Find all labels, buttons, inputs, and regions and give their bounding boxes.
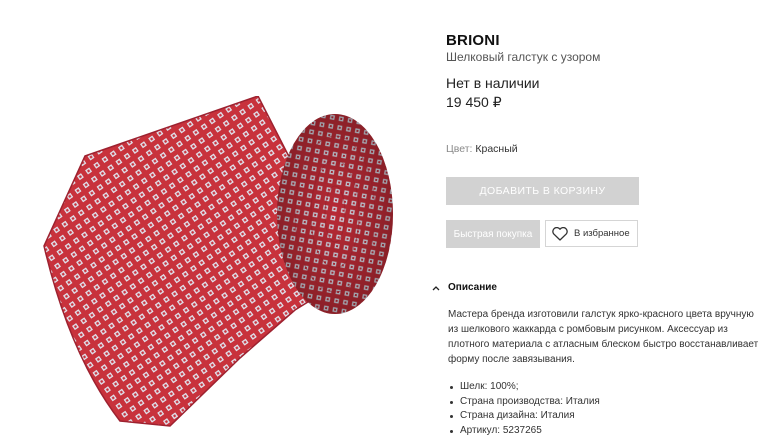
feature-list: Шелк: 100%; Страна производства: Италия …	[450, 380, 600, 438]
feature-item: Артикул: 5237265	[450, 424, 600, 439]
price: 19 450 ₽	[446, 94, 502, 110]
add-to-cart-button[interactable]: ДОБАВИТЬ В КОРЗИНУ	[446, 177, 639, 205]
chevron-up-icon	[432, 285, 440, 290]
product-image	[30, 95, 410, 435]
feature-item: Страна дизайна: Италия	[450, 409, 600, 424]
feature-item: Шелк: 100%;	[450, 380, 600, 395]
quick-buy-button[interactable]: Быстрая покупка	[446, 220, 540, 248]
brand-name[interactable]: BRIONI	[446, 32, 500, 49]
description-title: Описание	[448, 282, 497, 293]
color-label: Цвет:	[446, 143, 473, 155]
product-title: Шелковый галстук с узором	[446, 50, 601, 64]
add-to-favorites-button[interactable]: В избранное	[545, 220, 638, 247]
tie-illustration	[43, 95, 393, 427]
color-value: Красный	[475, 143, 518, 155]
heart-icon	[552, 226, 568, 241]
description-text: Мастера бренда изготовили галстук ярко-к…	[448, 309, 759, 365]
color-info: Цвет: Красный	[446, 143, 518, 155]
availability-status: Нет в наличии	[446, 75, 540, 91]
favorite-label: В избранное	[574, 228, 630, 239]
feature-item: Страна производства: Италия	[450, 395, 600, 410]
description-toggle[interactable]: Описание	[432, 282, 497, 293]
